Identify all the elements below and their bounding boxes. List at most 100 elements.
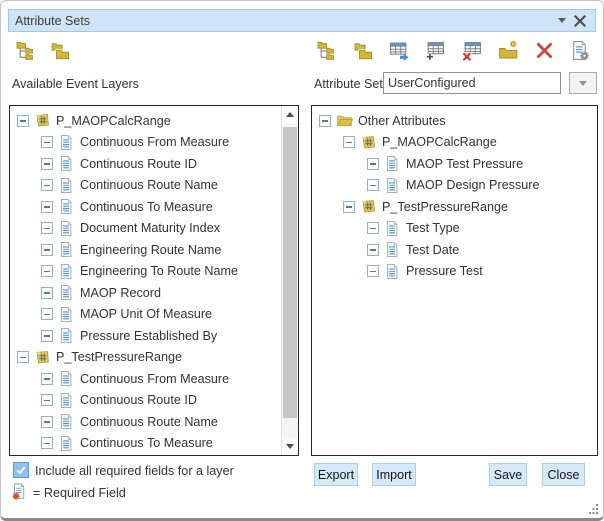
tree-item-label: P_MAOPCalcRange (382, 135, 497, 149)
folders-icon (353, 40, 374, 61)
save-button[interactable]: Save (489, 463, 527, 486)
collapse-all-button[interactable] (352, 39, 375, 62)
tree-item[interactable]: Continuous Route ID (10, 390, 298, 412)
collapse-minus-icon[interactable] (41, 244, 53, 256)
available-layers-tree-panel: P_MAOPCalcRangeContinuous From MeasureCo… (9, 105, 299, 456)
tree-item[interactable]: MAOP Unit Of Measure (10, 304, 298, 326)
collapse-minus-icon[interactable] (367, 179, 379, 191)
tree-item-label: Engineering Route Name (80, 243, 221, 257)
available-layers-tree: P_MAOPCalcRangeContinuous From MeasureCo… (10, 106, 298, 454)
collapse-minus-icon[interactable] (343, 201, 355, 213)
table-x-icon (462, 40, 483, 61)
collapse-minus-icon[interactable] (41, 308, 53, 320)
tree-item[interactable]: Continuous To Measure (10, 196, 298, 218)
field-icon (58, 413, 75, 430)
expand-all-button[interactable] (15, 39, 38, 62)
tree-item[interactable]: Continuous To Measure (10, 433, 298, 455)
chevron-down-icon (558, 18, 566, 23)
tree-item[interactable]: Continuous Route Name (10, 411, 298, 433)
tree-item[interactable]: Test Type (312, 218, 597, 240)
field-icon (58, 220, 75, 237)
tree-item-label: Continuous Route Name (80, 178, 218, 192)
tree-expand-icon (317, 40, 338, 61)
collapse-minus-icon[interactable] (367, 244, 379, 256)
tree-item[interactable]: Document Maturity Index (10, 218, 298, 240)
tree-item[interactable]: P_MAOPCalcRange (312, 132, 597, 154)
tree-item[interactable]: Continuous Route Name (10, 175, 298, 197)
close-button[interactable]: Close (542, 463, 585, 486)
tree-item-label: Continuous To Measure (80, 200, 213, 214)
collapse-all-button[interactable] (49, 39, 72, 62)
collapse-minus-icon[interactable] (17, 115, 29, 127)
tree-item-label: Other Attributes (358, 114, 446, 128)
collapse-minus-icon[interactable] (41, 158, 53, 170)
collapse-minus-icon[interactable] (41, 373, 53, 385)
tree-item[interactable]: Other Attributes (312, 110, 597, 132)
tree-item[interactable]: MAOP Design Pressure (312, 175, 597, 197)
export-table-button[interactable] (388, 39, 411, 62)
field-icon (58, 392, 75, 409)
tree-item[interactable]: Pressure Established By (10, 325, 298, 347)
tree-item[interactable]: P_TestPressureRange (10, 347, 298, 369)
field-icon (58, 177, 75, 194)
scroll-up-button[interactable] (282, 106, 298, 123)
attribute-set-dropdown-button[interactable] (569, 72, 597, 94)
remove-table-button[interactable] (461, 39, 484, 62)
collapse-minus-icon[interactable] (41, 136, 53, 148)
collapse-minus-icon[interactable] (41, 330, 53, 342)
tree-item[interactable]: Continuous From Measure (10, 132, 298, 154)
tree-item-label: Continuous Route ID (80, 157, 197, 171)
tree-item-label: Continuous From Measure (80, 135, 229, 149)
resize-grip[interactable] (589, 504, 599, 514)
collapse-dialog-button[interactable] (553, 12, 571, 30)
tree-item-label: Continuous Route Name (80, 415, 218, 429)
collapse-minus-icon[interactable] (319, 115, 331, 127)
attribute-set-dropdown-input[interactable] (383, 72, 561, 94)
collapse-minus-icon[interactable] (367, 222, 379, 234)
delete-attribute-set-button[interactable] (533, 39, 556, 62)
add-table-button[interactable] (424, 39, 447, 62)
collapse-minus-icon[interactable] (367, 265, 379, 277)
collapse-minus-icon[interactable] (17, 351, 29, 363)
tree-item[interactable]: Continuous From Measure (10, 368, 298, 390)
collapse-minus-icon[interactable] (41, 222, 53, 234)
tree-item[interactable]: Test Date (312, 239, 597, 261)
collapse-minus-icon[interactable] (367, 158, 379, 170)
export-button[interactable]: Export (314, 463, 358, 486)
tree-item[interactable]: MAOP Test Pressure (312, 153, 597, 175)
table-arrow-icon (389, 40, 410, 61)
collapse-minus-icon[interactable] (41, 416, 53, 428)
collapse-minus-icon[interactable] (41, 287, 53, 299)
tree-item[interactable]: Pressure Test (312, 261, 597, 283)
import-button[interactable]: Import (372, 463, 416, 486)
vertical-scrollbar[interactable] (281, 106, 298, 455)
close-icon (573, 14, 587, 28)
collapse-minus-icon[interactable] (41, 394, 53, 406)
scroll-down-button[interactable] (282, 438, 298, 455)
collapse-minus-icon[interactable] (41, 437, 53, 449)
dialog-titlebar[interactable]: Attribute Sets (8, 9, 596, 32)
tree-item[interactable]: P_MAOPCalcRange (10, 110, 298, 132)
doc-gear-icon (570, 40, 591, 61)
expand-all-button[interactable] (316, 39, 339, 62)
close-dialog-button[interactable] (571, 12, 589, 30)
tree-item[interactable]: Engineering To Route Name (10, 261, 298, 283)
field-icon (58, 263, 75, 280)
folders-icon (50, 40, 71, 61)
tree-item[interactable]: P_TestPressureRange (312, 196, 597, 218)
tree-item-label: MAOP Test Pressure (406, 157, 523, 171)
tree-item-label: P_TestPressureRange (382, 200, 508, 214)
new-attribute-set-button[interactable] (497, 39, 520, 62)
tree-item[interactable]: MAOP Record (10, 282, 298, 304)
layer-icon (360, 134, 377, 151)
attribute-set-properties-button[interactable] (569, 39, 592, 62)
field-icon (58, 155, 75, 172)
collapse-minus-icon[interactable] (41, 265, 53, 277)
collapse-minus-icon[interactable] (41, 179, 53, 191)
collapse-minus-icon[interactable] (41, 201, 53, 213)
tree-item[interactable]: Continuous Route ID (10, 153, 298, 175)
collapse-minus-icon[interactable] (343, 136, 355, 148)
scrollbar-thumb[interactable] (283, 127, 297, 418)
tree-item[interactable]: Engineering Route Name (10, 239, 298, 261)
include-required-fields-checkbox[interactable] (13, 462, 29, 478)
